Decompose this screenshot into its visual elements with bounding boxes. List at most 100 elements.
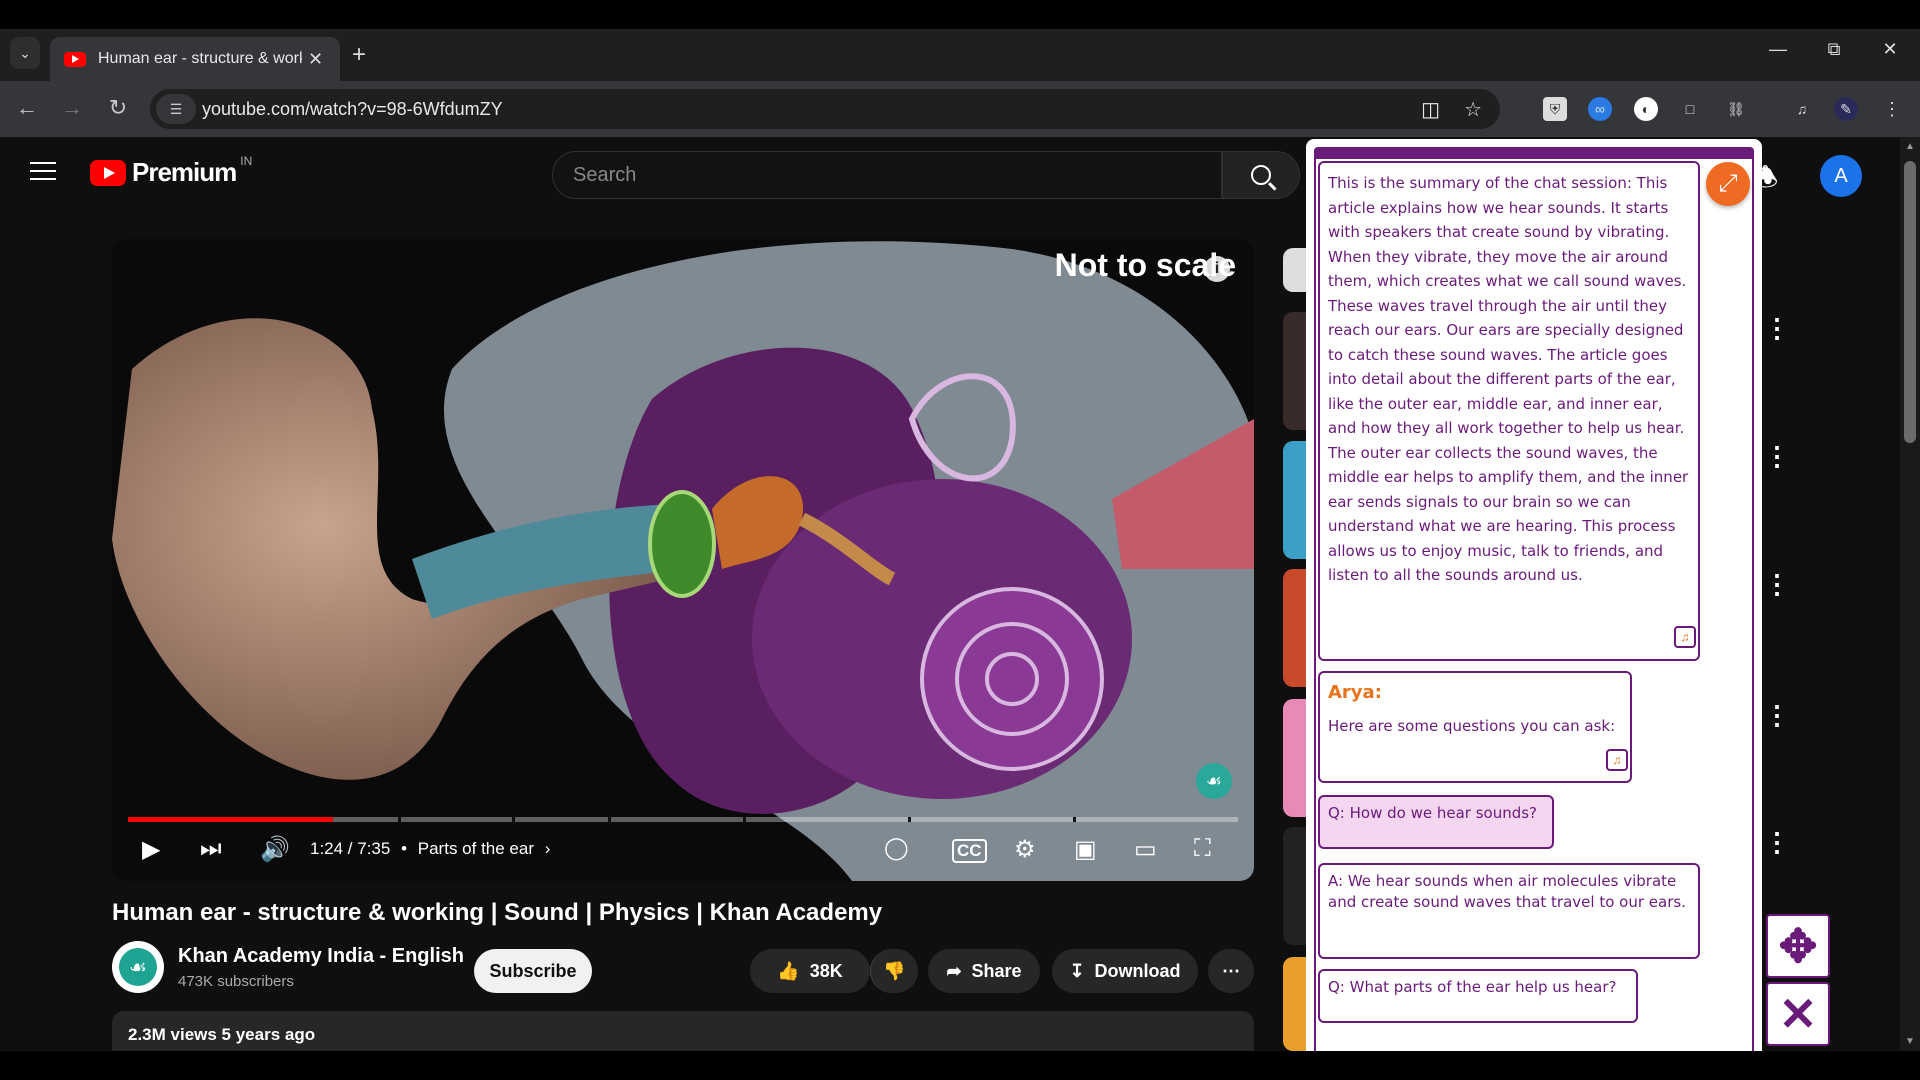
answer-message: A: We hear sounds when air molecules vib…: [1318, 863, 1700, 959]
autoplay-toggle[interactable]: ◯: [884, 835, 909, 861]
speak-icon[interactable]: ♫: [1606, 749, 1628, 771]
settings-gear-icon[interactable]: ⚙: [1014, 835, 1036, 864]
scroll-up-arrow-icon[interactable]: ▲: [1905, 141, 1915, 152]
search-input[interactable]: Search: [552, 151, 1222, 199]
bookmark-star-icon[interactable]: ☆: [1464, 97, 1482, 122]
next-button[interactable]: ⏭: [200, 835, 222, 863]
question-text: Q: How do we hear sounds?: [1328, 804, 1538, 822]
speak-icon[interactable]: ♫: [1674, 626, 1696, 648]
close-window-button[interactable]: ✕: [1870, 39, 1910, 60]
copilot-extension-icon[interactable]: ∞: [1588, 97, 1612, 121]
document-extension-icon[interactable]: □: [1678, 97, 1702, 121]
question-suggestion[interactable]: Q: What parts of the ear help us hear?: [1318, 969, 1638, 1023]
tab-bar: ⌄ Human ear - structure & working ✕ + — …: [0, 29, 1920, 81]
tab-title: Human ear - structure & working: [98, 50, 302, 67]
theater-mode-icon[interactable]: ▭: [1134, 835, 1157, 864]
minimize-button[interactable]: —: [1758, 39, 1798, 60]
ear-diagram-frame: [112, 239, 1254, 881]
scroll-down-arrow-icon[interactable]: ▼: [1905, 1036, 1915, 1047]
tab-active[interactable]: Human ear - structure & working ✕: [50, 37, 340, 81]
menu-hamburger-icon[interactable]: [30, 162, 56, 186]
share-icon: ➦: [946, 960, 962, 981]
tab-search-dropdown[interactable]: ⌄: [10, 37, 40, 69]
summary-message: This is the summary of the chat session:…: [1318, 161, 1700, 661]
khan-academy-watermark-icon: ☙: [1196, 763, 1232, 799]
chapter-marker: [1073, 817, 1076, 822]
download-icon: ↧: [1069, 960, 1085, 981]
assistant-message: Arya: Here are some questions you can as…: [1318, 671, 1632, 783]
close-panel-icon[interactable]: ✕: [1766, 982, 1830, 1046]
time-text: 1:24 / 7:35: [310, 839, 391, 858]
progress-bar[interactable]: [128, 817, 1238, 822]
fullscreen-icon[interactable]: ⛶: [1194, 835, 1211, 863]
site-info-icon[interactable]: ☰: [156, 94, 196, 124]
miniplayer-icon[interactable]: ▣: [1074, 835, 1097, 864]
url-text: youtube.com/watch?v=98-6WfdumZY: [202, 98, 503, 119]
subscribe-button[interactable]: Subscribe: [474, 949, 592, 993]
video-player[interactable]: Not to scale i ☙ ▶ ⏭ 🔊 1:24 / 7:35 • Par…: [112, 239, 1254, 881]
info-icon[interactable]: i: [1204, 256, 1230, 282]
time-display: 1:24 / 7:35 • Parts of the ear ›: [310, 839, 551, 858]
share-label: Share: [971, 960, 1022, 981]
region-code: IN: [240, 153, 253, 168]
summary-text: This is the summary of the chat session:…: [1328, 174, 1689, 584]
more-options-icon[interactable]: ⋮: [1764, 700, 1790, 731]
collapse-panel-icon[interactable]: ⤢: [1706, 162, 1750, 206]
share-button[interactable]: ➦ Share: [928, 949, 1040, 993]
more-options-icon[interactable]: ⋮: [1764, 569, 1790, 600]
volume-icon[interactable]: 🔊: [260, 835, 290, 864]
more-options-icon[interactable]: ⋮: [1764, 441, 1790, 472]
play-button[interactable]: ▶: [142, 835, 160, 864]
channel-name[interactable]: Khan Academy India - English: [178, 945, 464, 968]
back-button[interactable]: ←: [12, 95, 42, 121]
browser-toolbar: ← → ↻ ☰ youtube.com/watch?v=98-6WfdumZY …: [0, 81, 1920, 137]
video-title: Human ear - structure & working | Sound …: [112, 899, 883, 926]
page-scrollbar[interactable]: ▲ ▼: [1900, 137, 1920, 1051]
chevron-right-icon[interactable]: ›: [545, 839, 551, 858]
search-button[interactable]: [1222, 151, 1300, 199]
assistant-name: Arya:: [1328, 682, 1382, 703]
question-suggestion[interactable]: Q: How do we hear sounds?: [1318, 795, 1554, 849]
chapter-label[interactable]: Parts of the ear: [418, 839, 534, 858]
reload-button[interactable]: ↻: [103, 95, 133, 121]
download-button[interactable]: ↧ Download: [1052, 949, 1198, 993]
chapter-marker: [512, 817, 515, 822]
chapter-marker: [608, 817, 611, 822]
address-bar[interactable]: ☰ youtube.com/watch?v=98-6WfdumZY ◫ ☆: [150, 89, 1500, 129]
media-control-icon[interactable]: ♫: [1790, 97, 1814, 121]
more-options-icon[interactable]: ⋮: [1764, 827, 1790, 858]
more-options-icon[interactable]: ⋮: [1764, 313, 1790, 344]
thumbs-up-icon: 👍: [777, 960, 800, 981]
shield-extension-icon[interactable]: ⛨: [1543, 97, 1567, 121]
scrollbar-thumb[interactable]: [1904, 161, 1916, 443]
restore-button[interactable]: ⧉: [1814, 39, 1854, 60]
search-icon: [1251, 165, 1271, 185]
like-count: 38K: [809, 960, 843, 981]
new-tab-button[interactable]: +: [352, 41, 366, 69]
answer-text: A: We hear sounds when air molecules vib…: [1328, 872, 1686, 911]
browser-menu-icon[interactable]: ⋮: [1880, 97, 1904, 121]
youtube-premium-logo[interactable]: Premium IN: [90, 153, 253, 188]
chapter-marker: [398, 817, 401, 822]
like-button[interactable]: 👍 38K: [750, 949, 870, 993]
close-tab-icon[interactable]: ✕: [308, 49, 326, 70]
dislike-button[interactable]: 👎: [870, 949, 918, 993]
install-app-icon[interactable]: ◫: [1421, 97, 1440, 122]
bottom-strip: [0, 1051, 1920, 1080]
extension-icon-3[interactable]: ◐: [1634, 97, 1658, 121]
profile-pen-icon[interactable]: ✎: [1834, 97, 1858, 121]
chat-scroll-area[interactable]: This is the summary of the chat session:…: [1314, 157, 1754, 1051]
top-strip: [0, 0, 1920, 29]
channel-avatar[interactable]: ☙: [112, 941, 164, 993]
view-count: 2.3M views 5 years ago: [128, 1025, 316, 1044]
youtube-play-logo-icon: [90, 159, 126, 186]
forward-button[interactable]: →: [57, 95, 87, 121]
captions-cc-icon[interactable]: CC: [952, 839, 987, 863]
chapter-marker: [908, 817, 911, 822]
move-panel-icon[interactable]: ✥: [1766, 914, 1830, 978]
extensions-puzzle-icon[interactable]: ⛓: [1724, 97, 1748, 121]
youtube-favicon-icon: [64, 51, 86, 67]
avatar[interactable]: A: [1820, 155, 1862, 197]
logo-text: Premium: [132, 157, 237, 187]
more-actions-button[interactable]: ⋯: [1208, 949, 1254, 993]
